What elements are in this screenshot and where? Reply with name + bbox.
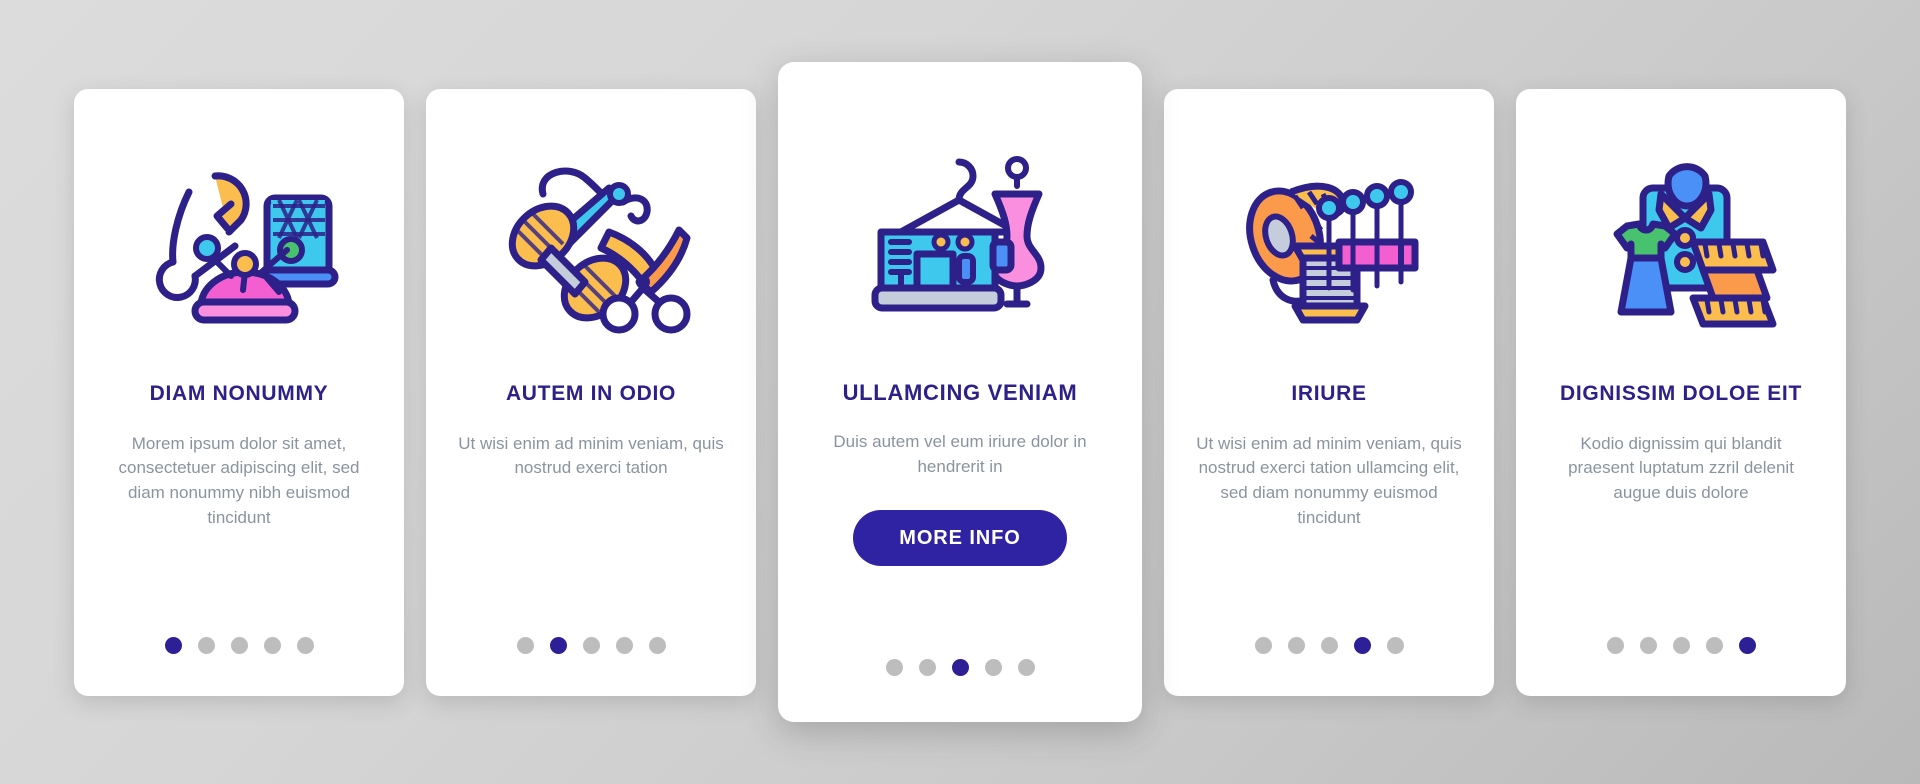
pagination-dot[interactable] xyxy=(1287,636,1305,654)
pagination-dot[interactable] xyxy=(648,636,666,654)
pagination-dot[interactable] xyxy=(984,659,1002,676)
pagination-dots xyxy=(426,636,756,654)
pagination-dot[interactable] xyxy=(918,659,936,676)
card-body: Kodio dignissim qui blandit praesent lup… xyxy=(1568,433,1794,502)
pagination-dot[interactable] xyxy=(1705,636,1723,654)
pagination-dots xyxy=(778,659,1142,676)
card-title: IRIURE xyxy=(1291,381,1367,405)
card-title: DIGNISSIM DOLOE EIT xyxy=(1560,381,1802,405)
sewing-machine-mannequin-icon xyxy=(800,104,1120,372)
card-title: AUTEM IN ODIO xyxy=(505,381,677,405)
pagination-dot[interactable] xyxy=(1738,636,1756,654)
pagination-dot[interactable] xyxy=(1320,636,1338,654)
pagination-dot[interactable] xyxy=(230,636,248,654)
pagination-dot[interactable] xyxy=(1386,636,1404,654)
onboarding-screens: DIAM NONUMMY Morem ipsum dolor sit amet,… xyxy=(0,0,1920,784)
onboarding-card-1[interactable]: DIAM NONUMMY Morem ipsum dolor sit amet,… xyxy=(74,88,404,696)
pagination-dot[interactable] xyxy=(296,636,314,654)
pagination-dot[interactable] xyxy=(1606,636,1624,654)
more-info-button[interactable]: MORE INFO xyxy=(853,509,1067,566)
needle-thread-scissors-icon xyxy=(448,123,734,373)
card-body: Ut wisi enim ad minim veniam, quis nostr… xyxy=(1196,433,1462,527)
onboarding-card-5[interactable]: DIGNISSIM DOLOE EIT Kodio dignissim qui … xyxy=(1516,88,1846,696)
pagination-dot[interactable] xyxy=(615,636,633,654)
pagination-dots xyxy=(1164,636,1494,654)
onboarding-card-3[interactable]: ULLAMCING VENIAM Duis autem vel eum iriu… xyxy=(778,62,1142,722)
card-title: DIAM NONUMMY xyxy=(149,381,329,405)
pagination-dot[interactable] xyxy=(164,636,182,654)
clothes-measuring-tape-icon xyxy=(1538,123,1824,373)
pagination-dot[interactable] xyxy=(1639,636,1657,654)
onboarding-card-4[interactable]: IRIURE Ut wisi enim ad minim veniam, qui… xyxy=(1164,88,1494,696)
card-body: Ut wisi enim ad minim veniam, quis nostr… xyxy=(458,433,724,478)
pagination-dot[interactable] xyxy=(1017,659,1035,676)
pagination-dot[interactable] xyxy=(1254,636,1272,654)
card-body: Morem ipsum dolor sit amet, consectetuer… xyxy=(118,433,360,527)
pagination-dot[interactable] xyxy=(549,636,567,654)
pagination-dots xyxy=(74,636,404,654)
pagination-dot[interactable] xyxy=(951,659,969,676)
card-body: Duis autem vel eum iriure dolor in hendr… xyxy=(833,432,1087,477)
pagination-dot[interactable] xyxy=(1672,636,1690,654)
onboarding-card-2[interactable]: AUTEM IN ODIO Ut wisi enim ad minim veni… xyxy=(426,88,756,696)
measuring-tape-spool-pins-icon xyxy=(1186,123,1472,373)
pagination-dots xyxy=(1516,636,1846,654)
pagination-dot[interactable] xyxy=(263,636,281,654)
pagination-dot[interactable] xyxy=(516,636,534,654)
pagination-dot[interactable] xyxy=(197,636,215,654)
card-title: ULLAMCING VENIAM xyxy=(842,380,1078,405)
pagination-dot[interactable] xyxy=(1353,636,1371,654)
pagination-dot[interactable] xyxy=(582,636,600,654)
sewing-pins-thimble-icon xyxy=(96,123,382,373)
cards-row: DIAM NONUMMY Morem ipsum dolor sit amet,… xyxy=(0,0,1920,784)
pagination-dot[interactable] xyxy=(885,659,903,676)
